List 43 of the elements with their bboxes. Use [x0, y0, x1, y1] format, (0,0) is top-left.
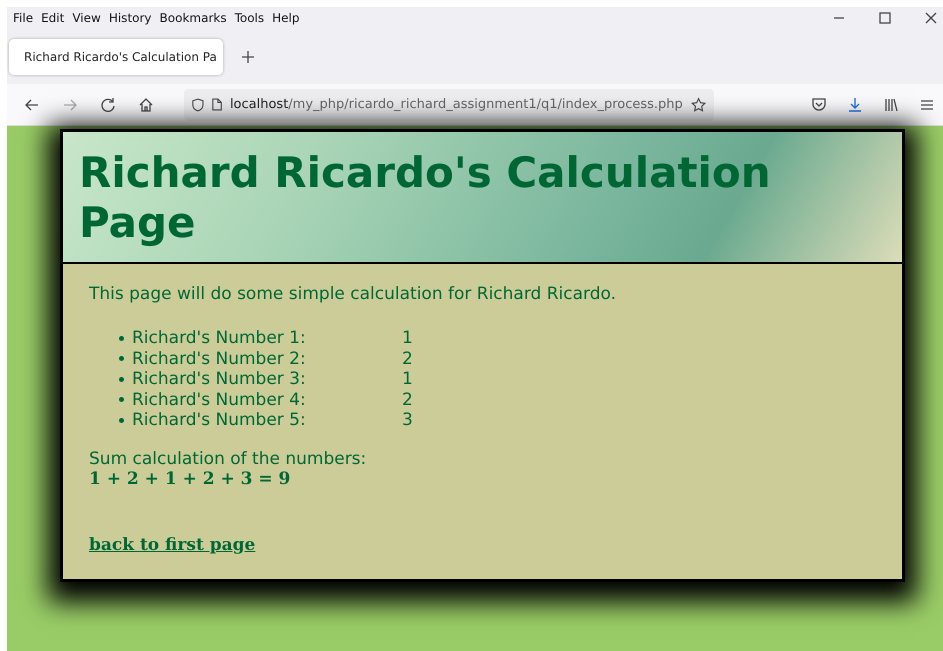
menu-item[interactable]: Help — [272, 11, 300, 25]
page-heading: Richard Ricardo's Calculation Page — [79, 148, 772, 248]
page-icon — [212, 97, 222, 112]
library-icon[interactable] — [883, 96, 899, 112]
bullet-icon — [119, 376, 124, 382]
menu-item[interactable]: Edit — [41, 11, 64, 25]
tab-title: Richard Ricardo's Calculation Pa — [24, 50, 217, 64]
address-bar[interactable]: localhost/my_php/ricardo_richard_assignment1/q1/index_process.php — [184, 88, 714, 120]
menu-item[interactable]: History — [108, 11, 152, 25]
back-link[interactable]: back to first page — [89, 534, 256, 554]
close-icon[interactable] — [925, 12, 937, 24]
number-label: Richard's Number 2: — [132, 348, 307, 369]
intro-text: This page will do some simple calculation for Richard Ricardo. — [89, 284, 618, 304]
bullet-icon — [119, 336, 124, 341]
shield-icon — [192, 96, 204, 112]
menu-item[interactable]: Bookmarks — [160, 11, 227, 25]
back-icon[interactable] — [24, 96, 40, 112]
number-value: 2 — [402, 348, 413, 369]
sum-label: Sum calculation of the numbers: — [89, 448, 368, 468]
maximize-icon[interactable] — [879, 12, 891, 24]
browser-tab[interactable]: Richard Ricardo's Calculation Pa — [9, 38, 223, 74]
number-value: 2 — [402, 390, 413, 410]
bullet-icon — [119, 397, 124, 402]
number-label: Richard's Number 4: — [132, 390, 307, 410]
number-label: Richard's Number 5: — [132, 410, 307, 430]
menu-item[interactable]: View — [72, 11, 101, 25]
sum-expression: 1 + 2 + 1 + 2 + 3 = 9 — [89, 468, 292, 488]
number-label: Richard's Number 3: — [132, 369, 307, 390]
star-icon[interactable] — [690, 96, 706, 114]
download-icon[interactable] — [847, 96, 863, 112]
reload-icon[interactable] — [100, 96, 116, 112]
menu-item[interactable]: Tools — [234, 11, 264, 25]
url-text: localhost/my_php/ricardo_richard_assignment1/q1/index_process.php — [230, 97, 683, 112]
pocket-icon[interactable] — [811, 96, 827, 112]
new-tab-icon[interactable] — [241, 50, 255, 64]
number-label: Richard's Number 1: — [132, 328, 307, 348]
number-value: 3 — [402, 410, 413, 430]
menu-item[interactable]: File — [13, 11, 34, 25]
number-value: 1 — [402, 369, 413, 390]
bullet-icon — [119, 418, 124, 423]
bullet-icon — [119, 356, 124, 362]
home-icon[interactable] — [138, 96, 154, 112]
number-value: 1 — [402, 328, 413, 348]
